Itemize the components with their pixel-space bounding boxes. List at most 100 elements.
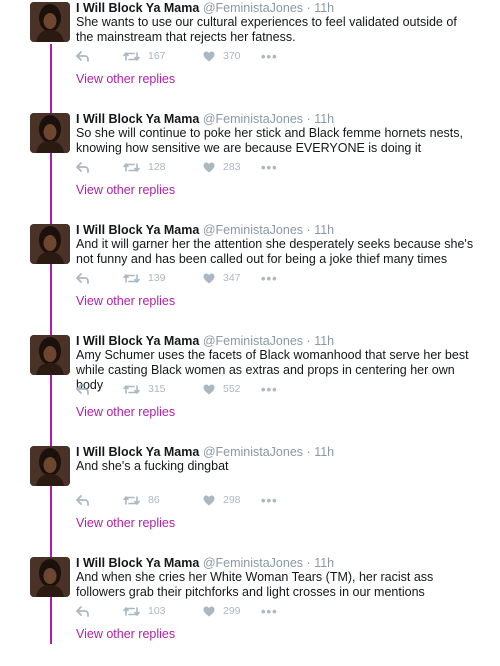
display-name[interactable]: I Will Block Ya Mama <box>76 1 199 15</box>
separator: · <box>306 1 311 15</box>
tweet[interactable]: I Will Block Ya Mama @FeministaJones · 1… <box>0 222 500 333</box>
like-button[interactable]: 298 <box>203 494 261 506</box>
view-other-replies-link[interactable]: View other replies <box>76 516 175 530</box>
timestamp[interactable]: 11h <box>314 112 334 126</box>
avatar[interactable] <box>30 335 70 375</box>
view-other-replies-link[interactable]: View other replies <box>76 72 175 86</box>
like-count: 299 <box>223 605 241 617</box>
retweet-icon <box>123 162 140 173</box>
retweet-button[interactable]: 315 <box>123 383 203 395</box>
retweet-count: 315 <box>148 383 166 395</box>
tweet[interactable]: I Will Block Ya Mama @FeministaJones · 1… <box>0 333 500 444</box>
like-button[interactable]: 370 <box>203 50 261 62</box>
like-count: 552 <box>223 383 241 395</box>
reply-button[interactable] <box>76 161 123 173</box>
retweet-count: 167 <box>148 50 166 62</box>
retweet-button[interactable]: 103 <box>123 605 203 617</box>
like-count: 347 <box>223 272 241 284</box>
retweet-count: 139 <box>148 272 166 284</box>
timestamp[interactable]: 11h <box>314 445 334 459</box>
reply-button[interactable] <box>76 50 123 62</box>
tweet[interactable]: I Will Block Ya Mama @FeministaJones · 1… <box>0 111 500 222</box>
heart-icon <box>203 51 215 62</box>
avatar[interactable] <box>30 113 70 153</box>
timestamp[interactable]: 11h <box>314 334 334 348</box>
like-count: 283 <box>223 161 241 173</box>
more-icon: ••• <box>261 603 278 619</box>
view-other-replies-link[interactable]: View other replies <box>76 627 175 641</box>
reply-icon <box>76 383 89 395</box>
tweet-actions: 167 370 ••• <box>76 49 278 64</box>
timestamp[interactable]: 11h <box>314 556 334 570</box>
user-handle[interactable]: @FeministaJones <box>203 334 303 348</box>
display-name[interactable]: I Will Block Ya Mama <box>76 334 199 348</box>
more-icon: ••• <box>261 48 278 64</box>
user-handle[interactable]: @FeministaJones <box>203 1 303 15</box>
like-count: 370 <box>223 50 241 62</box>
heart-icon <box>203 495 215 506</box>
display-name[interactable]: I Will Block Ya Mama <box>76 556 199 570</box>
tweet-header: I Will Block Ya Mama @FeministaJones · 1… <box>76 111 334 127</box>
retweet-count: 103 <box>148 605 166 617</box>
timestamp[interactable]: 11h <box>314 223 334 237</box>
tweet[interactable]: I Will Block Ya Mama @FeministaJones · 1… <box>0 0 500 111</box>
retweet-icon <box>123 384 140 395</box>
more-button[interactable]: ••• <box>261 271 278 286</box>
user-handle[interactable]: @FeministaJones <box>203 223 303 237</box>
tweet[interactable]: I Will Block Ya Mama @FeministaJones · 1… <box>0 555 500 666</box>
retweet-icon <box>123 273 140 284</box>
display-name[interactable]: I Will Block Ya Mama <box>76 112 199 126</box>
separator: · <box>306 445 311 459</box>
avatar[interactable] <box>30 224 70 264</box>
display-name[interactable]: I Will Block Ya Mama <box>76 223 199 237</box>
user-handle[interactable]: @FeministaJones <box>203 445 303 459</box>
more-button[interactable]: ••• <box>261 604 278 619</box>
reply-button[interactable] <box>76 605 123 617</box>
tweet-header: I Will Block Ya Mama @FeministaJones · 1… <box>76 0 334 16</box>
tweet-text: And it will garner her the attention she… <box>76 237 474 266</box>
more-button[interactable]: ••• <box>261 49 278 64</box>
tweet-text: She wants to use our cultural experience… <box>76 15 457 44</box>
timestamp[interactable]: 11h <box>314 1 334 15</box>
tweet-header: I Will Block Ya Mama @FeministaJones · 1… <box>76 333 334 349</box>
avatar[interactable] <box>30 557 70 597</box>
user-handle[interactable]: @FeministaJones <box>203 556 303 570</box>
like-button[interactable]: 552 <box>203 383 261 395</box>
avatar[interactable] <box>30 446 70 486</box>
view-other-replies-link[interactable]: View other replies <box>76 405 175 419</box>
retweet-icon <box>123 495 140 506</box>
reply-button[interactable] <box>76 494 123 506</box>
retweet-count: 128 <box>148 161 166 173</box>
reply-icon <box>76 272 89 284</box>
view-other-replies-link[interactable]: View other replies <box>76 183 175 197</box>
separator: · <box>306 223 311 237</box>
tweet-text: So she will continue to poke her stick a… <box>76 126 463 155</box>
reply-button[interactable] <box>76 383 123 395</box>
more-button[interactable]: ••• <box>261 493 278 508</box>
more-button[interactable]: ••• <box>261 382 278 397</box>
retweet-button[interactable]: 167 <box>123 50 203 62</box>
avatar[interactable] <box>30 2 70 42</box>
reply-icon <box>76 494 89 506</box>
heart-icon <box>203 384 215 395</box>
more-icon: ••• <box>261 381 278 397</box>
like-button[interactable]: 299 <box>203 605 261 617</box>
like-button[interactable]: 347 <box>203 272 261 284</box>
reply-button[interactable] <box>76 272 123 284</box>
heart-icon <box>203 162 215 173</box>
tweet-header: I Will Block Ya Mama @FeministaJones · 1… <box>76 555 334 571</box>
display-name[interactable]: I Will Block Ya Mama <box>76 445 199 459</box>
like-button[interactable]: 283 <box>203 161 261 173</box>
retweet-button[interactable]: 128 <box>123 161 203 173</box>
view-other-replies-link[interactable]: View other replies <box>76 294 175 308</box>
tweet[interactable]: I Will Block Ya Mama @FeministaJones · 1… <box>0 444 500 555</box>
tweet-text: And she's a fucking dingbat <box>76 459 229 473</box>
retweet-icon <box>123 51 140 62</box>
tweet-text: And when she cries her White Woman Tears… <box>76 570 434 599</box>
retweet-button[interactable]: 86 <box>123 494 203 506</box>
tweet-thread: I Will Block Ya Mama @FeministaJones · 1… <box>0 0 500 644</box>
tweet-actions: 315 552 ••• <box>76 382 278 397</box>
user-handle[interactable]: @FeministaJones <box>203 112 303 126</box>
more-button[interactable]: ••• <box>261 160 278 175</box>
retweet-button[interactable]: 139 <box>123 272 203 284</box>
